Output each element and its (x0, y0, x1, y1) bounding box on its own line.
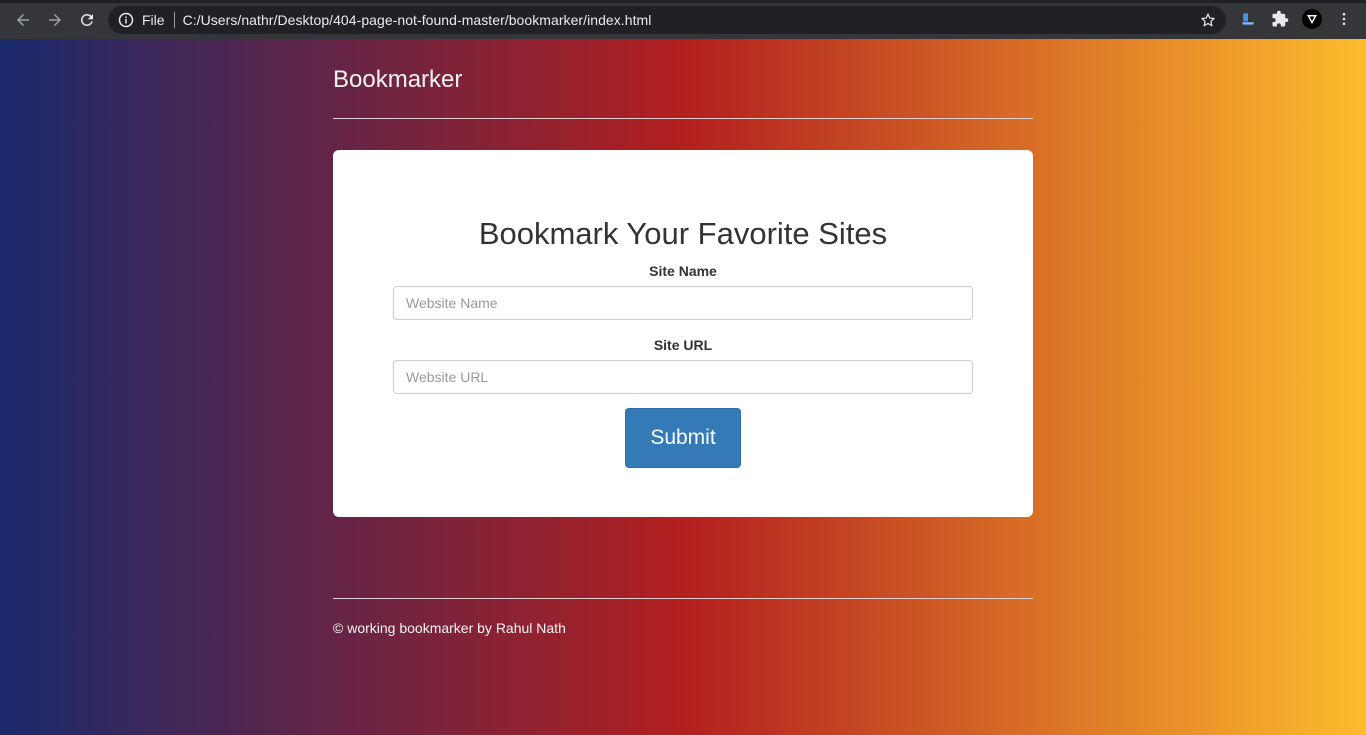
url-divider (173, 12, 175, 28)
browser-toolbar: File C:/Users/nathr/Desktop/404-page-not… (0, 0, 1366, 39)
submit-button[interactable]: Submit (625, 408, 741, 468)
address-bar[interactable]: File C:/Users/nathr/Desktop/404-page-not… (108, 6, 1226, 34)
site-name-label: Site Name (649, 263, 717, 279)
url-text[interactable]: C:/Users/nathr/Desktop/404-page-not-foun… (183, 12, 652, 28)
back-arrow-icon[interactable] (7, 4, 39, 36)
footer-credit: © working bookmarker by Rahul Nath (333, 620, 566, 636)
download-extension-icon[interactable] (1238, 9, 1258, 29)
brand-title: Bookmarker (333, 66, 463, 93)
puzzle-extension-icon[interactable] (1270, 9, 1290, 29)
header-divider (333, 118, 1033, 119)
page-background: Bookmarker Bookmark Your Favorite Sites … (0, 39, 1366, 735)
info-icon[interactable] (118, 12, 134, 28)
url-scheme-label: File (142, 12, 165, 28)
site-url-input[interactable] (393, 360, 973, 394)
star-icon[interactable] (1200, 12, 1216, 28)
site-name-input[interactable] (393, 286, 973, 320)
forward-arrow-icon[interactable] (39, 4, 71, 36)
reload-icon[interactable] (71, 4, 103, 36)
menu-kebab-icon[interactable] (1334, 9, 1354, 29)
form-title: Bookmark Your Favorite Sites (478, 216, 888, 251)
site-url-label: Site URL (653, 337, 713, 353)
vpn-extension-icon[interactable] (1302, 9, 1322, 29)
footer-divider (333, 598, 1033, 599)
tab-strip-edge (0, 0, 1366, 3)
bookmark-form-card: Bookmark Your Favorite Sites Site Name S… (333, 150, 1033, 517)
